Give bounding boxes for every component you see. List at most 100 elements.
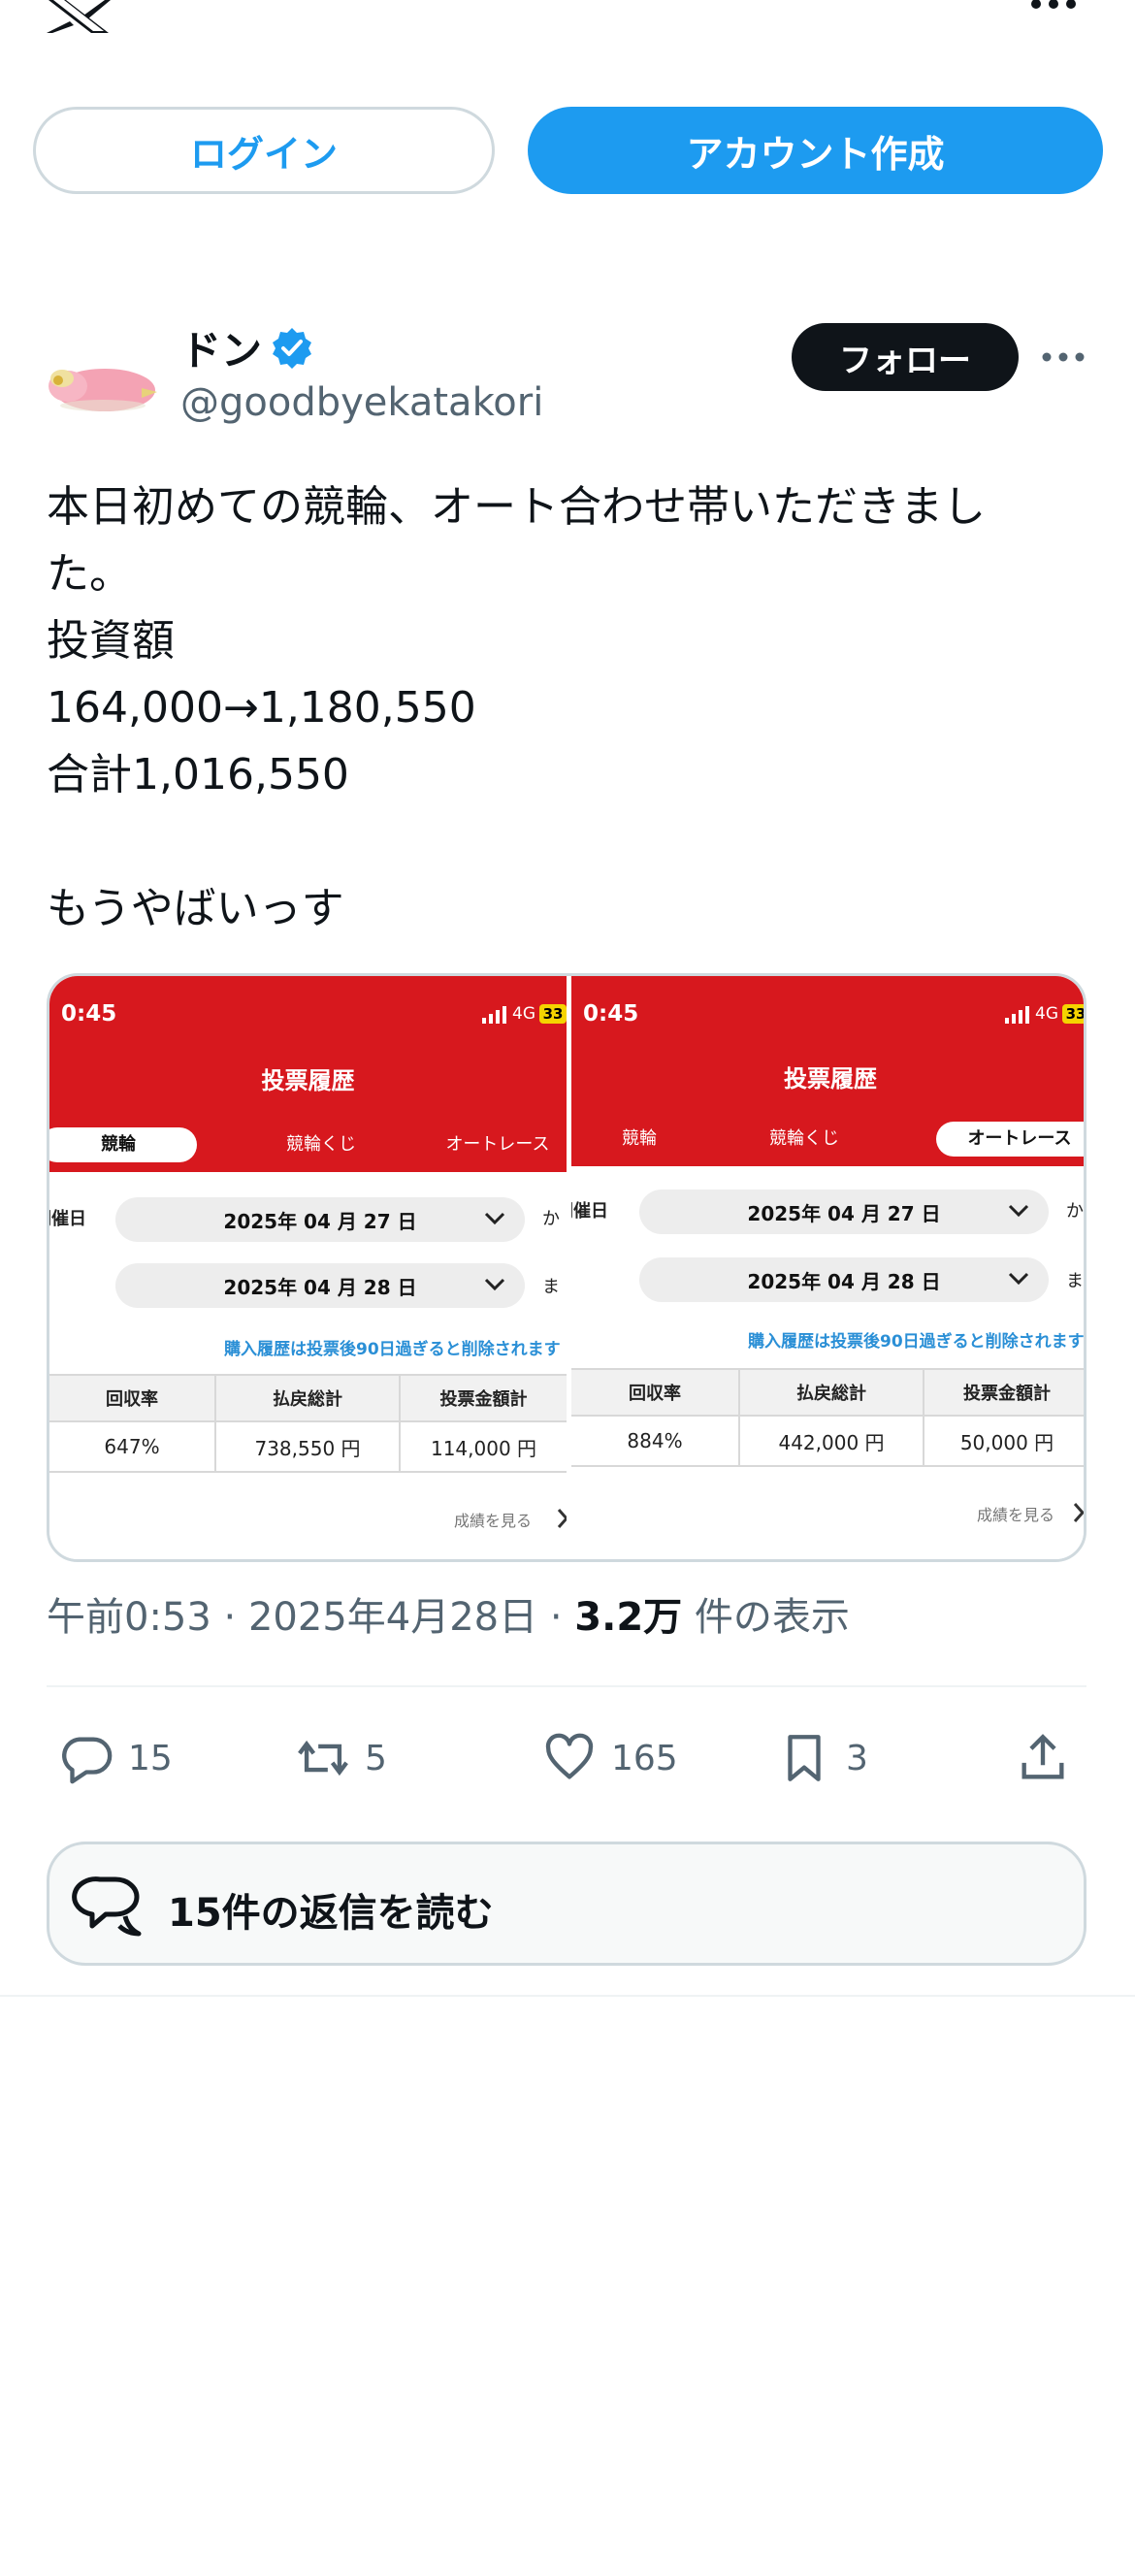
tweet-line: た。 [47,549,132,599]
table-cell-payout: 738,550 円 [214,1422,399,1473]
table-header: 回収率 [49,1374,214,1422]
table-header: 投票金額計 [923,1368,1084,1417]
tweet-meta: 午前0:53 · 2025年4月28日 · 3.2万 件の表示 [47,1585,850,1642]
tweet-line: もうやばいっす [47,884,344,933]
login-button[interactable]: ログイン [33,107,495,194]
tab-keirin: 競輪 [622,1128,657,1149]
status-bar: 4G 33 [481,1003,567,1025]
repost-count: 5 [365,1738,387,1778]
like-button[interactable]: 165 [541,1729,678,1787]
more-icon[interactable] [1042,351,1085,363]
tweet-line [47,808,1094,875]
chevron-down-icon [484,1212,505,1225]
battery-icon: 33 [1062,1004,1084,1024]
screen-title: 投票履歴 [784,1065,877,1092]
media-image-left[interactable]: 0:45 4G 33 投票履歴 競輪 競輪くじ オートレース 開催日 2025年… [49,976,567,1559]
chevron-down-icon [484,1278,505,1291]
tab-keirin: 競輪 [49,1127,197,1162]
tab-keirin-kuji: 競輪くじ [286,1134,356,1155]
x-logo-icon[interactable] [45,0,113,33]
date-from-value: 2025年 04 月 27 日 [223,1209,417,1233]
chevron-right-icon [1073,1503,1084,1522]
bookmark-count: 3 [846,1738,868,1778]
table-cell-payout: 442,000 円 [738,1417,923,1467]
share-button[interactable] [1015,1729,1085,1787]
meta-separator: · [223,1595,237,1640]
table-header: 回収率 [571,1368,738,1417]
results-link: 成績を見る [454,1512,533,1530]
date-to-suffix: ま [542,1277,560,1297]
date-from-select: 2025年 04 月 27 日 [115,1197,525,1242]
signal-icon [1005,1006,1029,1024]
table-cell-recovery-rate: 647% [49,1422,214,1473]
network-label: 4G [512,1004,535,1024]
date-label: 開催日 [571,1201,608,1222]
battery-icon: 33 [539,1004,567,1024]
date-from-value: 2025年 04 月 27 日 [747,1201,941,1225]
divider [0,1995,1135,1997]
view-count-label: 件の表示 [694,1595,850,1640]
more-icon[interactable] [1030,0,1077,14]
date-to-select: 2025年 04 月 28 日 [115,1263,525,1308]
divider [47,1685,1086,1687]
retention-notice: 購入履歴は投票後90日過ぎると削除されます [224,1340,561,1359]
table-header: 払戻総計 [738,1368,923,1417]
chevron-down-icon [1008,1204,1029,1218]
media-image-right[interactable]: 0:45 4G 33 投票履歴 競輪 競輪くじ オートレース 開催日 2025年… [571,976,1085,1559]
tab-autorace: オートレース [936,1122,1084,1157]
table-cell-recovery-rate: 884% [571,1417,738,1467]
chevron-down-icon [1008,1272,1029,1286]
tweet-line: 投資額 [47,616,175,666]
network-label: 4G [1035,1004,1058,1024]
date-to-value: 2025年 04 月 28 日 [747,1269,941,1293]
tweet-time[interactable]: 午前0:53 [47,1595,211,1640]
view-count: 3.2万 [574,1595,683,1640]
author-handle[interactable]: @goodbyekatakori [180,380,543,425]
repost-icon [298,1740,348,1777]
meta-separator: · [549,1595,563,1640]
retention-notice: 購入履歴は投票後90日過ぎると削除されます [748,1332,1085,1352]
tweet-line: 164,000→1,180,550 [47,683,476,733]
screen-title: 投票履歴 [261,1067,355,1094]
status-clock: 0:45 [61,1001,117,1027]
tab-keirin-kuji: 競輪くじ [769,1128,839,1149]
share-icon [1022,1734,1064,1779]
bookmark-button[interactable]: 3 [776,1729,868,1787]
table-cell-stake: 114,000 円 [399,1422,567,1473]
comments-icon [72,1876,142,1937]
repost-button[interactable]: 5 [295,1729,387,1787]
signal-icon [482,1006,506,1024]
chevron-right-icon [557,1509,567,1528]
tweet-media[interactable]: 0:45 4G 33 投票履歴 競輪 競輪くじ オートレース 開催日 2025年… [47,973,1086,1562]
tweet-date[interactable]: 2025年4月28日 [248,1595,537,1640]
tweet-text: 本日初めての競輪、オート合わせ帯いただきまし た。 投資額 164,000→1,… [47,473,1094,942]
status-bar: 4G 33 [1004,1003,1084,1025]
read-replies-button[interactable]: 15件の返信を読む [47,1842,1086,1966]
reply-count: 15 [128,1738,173,1778]
results-link: 成績を見る [977,1506,1055,1524]
status-clock: 0:45 [583,1001,639,1027]
table-header: 投票金額計 [399,1374,567,1422]
date-from-select: 2025年 04 月 27 日 [639,1190,1049,1234]
tweet-line: 合計1,016,550 [47,750,349,799]
avatar[interactable] [45,330,159,444]
reply-button[interactable]: 15 [58,1729,173,1787]
date-to-value: 2025年 04 月 28 日 [223,1275,417,1299]
signup-button[interactable]: アカウント作成 [528,107,1103,194]
table-header: 払戻総計 [214,1374,399,1422]
table-cell-stake: 50,000 円 [923,1417,1084,1467]
date-to-suffix: ま [1066,1271,1084,1291]
display-name[interactable]: ドン [180,318,262,377]
follow-button[interactable]: フォロー [792,323,1019,391]
bookmark-icon [788,1735,821,1781]
like-count: 165 [611,1738,678,1778]
date-from-suffix: か [1066,1201,1084,1222]
read-replies-label: 15件の返信を読む [168,1891,494,1936]
date-to-select: 2025年 04 月 28 日 [639,1257,1049,1302]
tab-autorace: オートレース [445,1134,550,1155]
heart-icon [545,1733,594,1779]
verified-badge-icon [273,328,311,369]
reply-icon [62,1737,113,1784]
date-from-suffix: か [542,1209,560,1229]
tweet-line: 本日初めての競輪、オート合わせ帯いただきまし [47,482,986,532]
